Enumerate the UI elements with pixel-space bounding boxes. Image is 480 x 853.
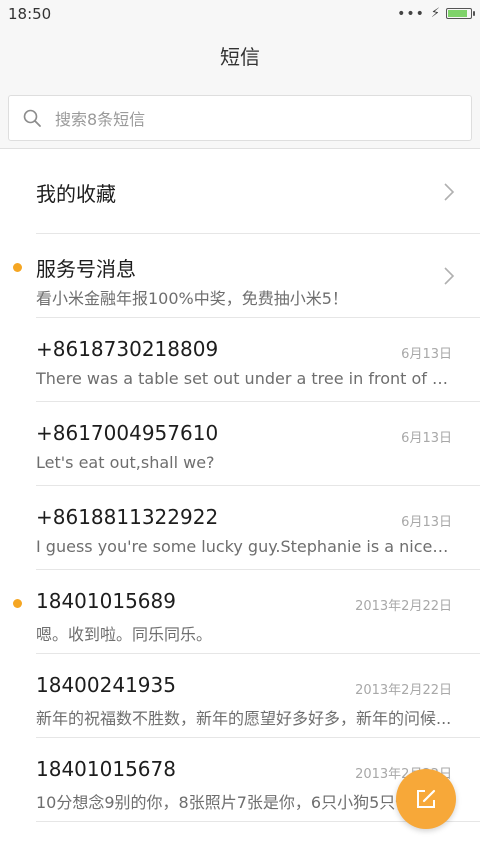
favorites-row[interactable]: 我的收藏 — [36, 150, 480, 234]
contact-name: 18401015689 — [36, 589, 176, 613]
message-date: 6月13日 — [401, 347, 452, 362]
message-preview: 10分想念9别的你，8张照片7张是你，6只小狗5只像你 — [36, 793, 428, 812]
message-date: 6月13日 — [401, 431, 452, 446]
notification-dots-icon: ••• — [397, 5, 425, 22]
service-preview: 看小米金融年报100%中奖，免费抽小米5！ — [36, 289, 348, 308]
title-bar: 短信 — [0, 28, 480, 86]
contact-name: 18401015678 — [36, 757, 176, 781]
service-messages-row[interactable]: 服务号消息 看小米金融年报100%中奖，免费抽小米5！ — [13, 234, 480, 318]
compose-icon — [417, 789, 436, 808]
conversation-row[interactable]: 18400241935 2013年2月22日 新年的祝福数不胜数，新年的愿望好多… — [36, 654, 480, 738]
message-preview: 新年的祝福数不胜数，新年的愿望好多好多，新年的问候... — [36, 709, 452, 728]
conversation-row[interactable]: +8617004957610 6月13日 Let's eat out,shall… — [36, 402, 480, 486]
search-box[interactable] — [8, 95, 472, 142]
battery-icon — [446, 8, 475, 19]
contact-name: +8617004957610 — [36, 421, 219, 445]
message-preview: 嗯。收到啦。同乐同乐。 — [36, 625, 213, 644]
unread-dot — [13, 263, 22, 272]
conversation-row[interactable]: +8618730218809 6月13日 There was a table s… — [36, 318, 480, 402]
contact-name: +8618730218809 — [36, 337, 219, 361]
chevron-right-icon — [444, 267, 455, 285]
search-area — [0, 86, 480, 149]
contact-name: 18400241935 — [36, 673, 176, 697]
status-time: 18:50 — [8, 5, 52, 23]
page-title: 短信 — [220, 45, 260, 69]
search-icon — [23, 109, 41, 127]
message-date: 6月13日 — [401, 515, 452, 530]
message-preview: I guess you're some lucky guy.Stephanie … — [36, 537, 452, 556]
charging-icon: ⚡ — [430, 6, 440, 21]
conversation-list: 我的收藏 服务号消息 看小米金融年报100%中奖，免费抽小米5！ +861873… — [0, 150, 480, 822]
unread-dot — [13, 599, 22, 608]
chevron-right-icon — [444, 183, 455, 201]
conversation-row[interactable]: 18401015689 2013年2月22日 嗯。收到啦。同乐同乐。 — [13, 570, 480, 654]
compose-button[interactable] — [396, 769, 456, 829]
status-icons: ••• ⚡ — [397, 5, 475, 22]
message-preview: Let's eat out,shall we? — [36, 453, 215, 472]
contact-name: +8618811322922 — [36, 505, 219, 529]
search-input[interactable] — [53, 96, 457, 142]
message-preview: There was a table set out under a tree i… — [36, 369, 452, 388]
status-bar: 18:50 ••• ⚡ — [0, 0, 480, 28]
conversation-row[interactable]: +8618811322922 6月13日 I guess you're some… — [36, 486, 480, 570]
service-name: 服务号消息 — [36, 257, 136, 281]
favorites-label: 我的收藏 — [36, 182, 116, 206]
message-date: 2013年2月22日 — [355, 683, 452, 698]
message-date: 2013年2月22日 — [355, 599, 452, 614]
